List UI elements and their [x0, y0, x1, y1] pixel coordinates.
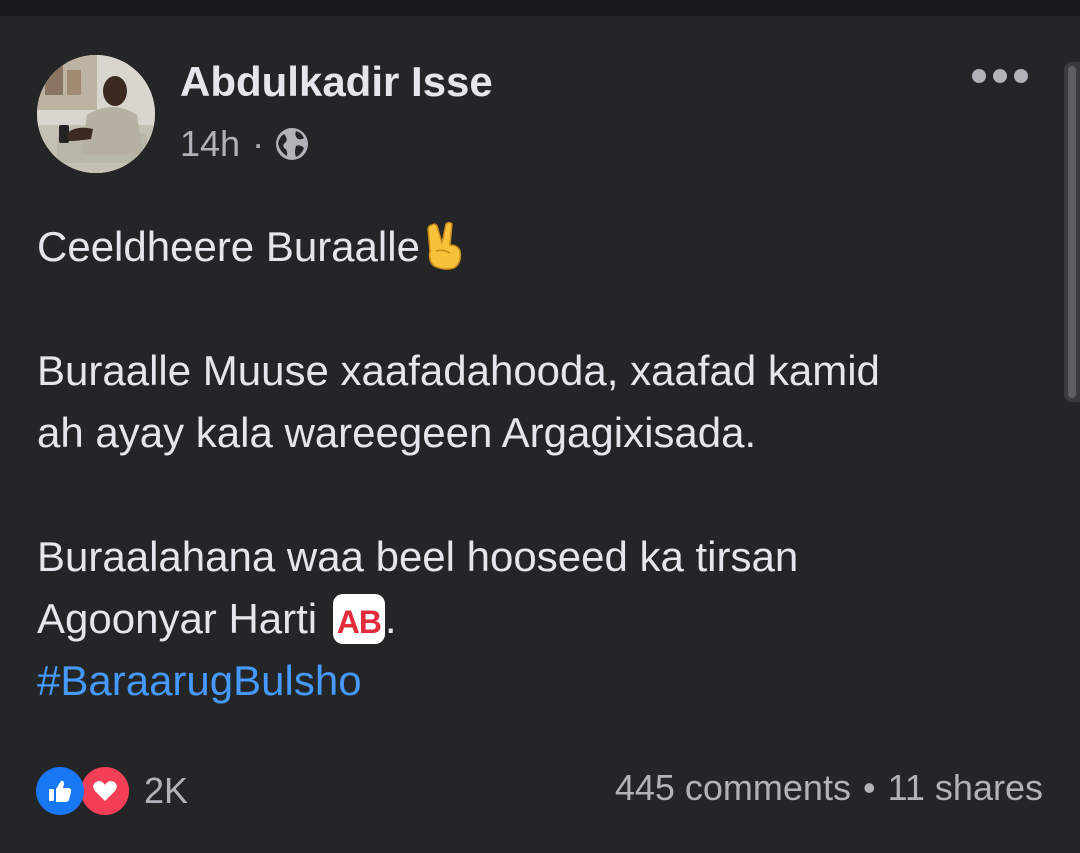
ab-button-emoji: AB — [332, 593, 385, 644]
scrollbar-thumb[interactable] — [1068, 66, 1076, 398]
engagement-stats: 445 comments • 11 shares — [615, 764, 1043, 812]
stats-separator: • — [862, 767, 876, 808]
ab-badge-text: AB — [336, 603, 382, 640]
post-line: Buraalle Muuse xaafadahooda, xaafad kami… — [37, 347, 880, 394]
post-line-text: Agoonyar Harti — [37, 595, 318, 642]
scrollbar[interactable] — [1064, 62, 1080, 402]
author-name[interactable]: Abdulkadir Isse — [180, 58, 493, 106]
comments-count[interactable]: 445 comments — [615, 767, 851, 808]
globe-icon[interactable] — [274, 126, 310, 162]
reaction-count: 2K — [144, 770, 189, 811]
post-time[interactable]: 14h — [180, 123, 240, 165]
status-bar — [0, 0, 1080, 16]
post-line: ah ayay kala wareegeen Argagixisada. — [37, 409, 757, 456]
meta-separator: · — [252, 123, 265, 164]
post-line-text: Ceeldheere Buraalle — [37, 223, 420, 270]
post-line: Ceeldheere Buraalle — [37, 216, 1047, 278]
more-horizontal-icon[interactable] — [972, 64, 1028, 88]
avatar[interactable] — [37, 55, 155, 173]
reactions-summary[interactable]: 2K — [36, 764, 188, 818]
post-meta: 14h · — [180, 123, 310, 165]
post-line: Agoonyar Harti AB. — [37, 588, 1047, 650]
post-text: Ceeldheere Buraalle Buraalle Muuse xaafa… — [37, 216, 1047, 712]
post-line-end: . — [384, 595, 397, 642]
hashtag-link[interactable]: #BaraarugBulsho — [37, 650, 1047, 712]
shares-count[interactable]: 11 shares — [888, 767, 1043, 808]
post-line: Buraalahana waa beel hooseed ka tirsan — [37, 533, 799, 580]
love-reaction-icon — [78, 764, 132, 818]
like-reaction-icon — [36, 767, 84, 815]
victory-hand-emoji — [422, 221, 466, 271]
